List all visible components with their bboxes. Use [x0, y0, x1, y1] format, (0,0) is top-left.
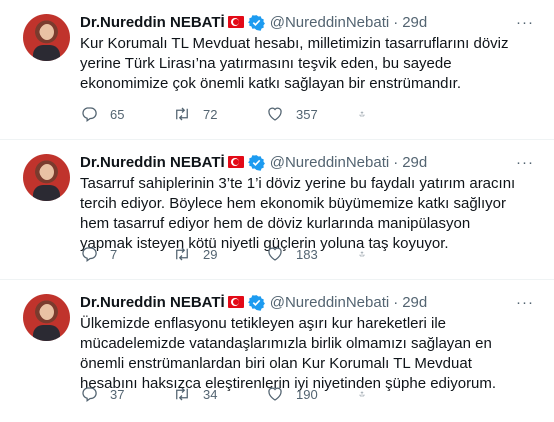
like-button[interactable]: 190	[266, 385, 359, 403]
avatar[interactable]	[23, 294, 70, 341]
reply-icon	[82, 247, 97, 263]
share-icon	[359, 391, 365, 397]
share-icon	[359, 111, 365, 117]
share-button[interactable]	[359, 105, 377, 123]
reply-count: 65	[110, 106, 125, 122]
separator: ·	[393, 293, 399, 311]
tweet-actions: 7 29 183	[80, 245, 530, 263]
reply-button[interactable]: 37	[80, 385, 173, 403]
tweet-3[interactable]: Dr.Nureddin NEBATİ @NureddinNebati · 29d…	[0, 280, 554, 420]
retweet-button[interactable]: 34	[173, 385, 266, 403]
author-handle[interactable]: @NureddinNebati	[270, 294, 389, 311]
like-count: 357	[296, 106, 318, 122]
reply-button[interactable]: 7	[80, 245, 173, 263]
author-name[interactable]: Dr.Nureddin NEBATİ	[80, 154, 225, 171]
tweet-2[interactable]: Dr.Nureddin NEBATİ @NureddinNebati · 29d…	[0, 140, 554, 280]
like-count: 183	[296, 246, 318, 262]
reply-icon	[82, 387, 97, 403]
retweet-count: 29	[203, 246, 218, 262]
verified-badge-icon	[247, 294, 265, 311]
reply-count: 37	[110, 386, 125, 402]
author-handle[interactable]: @NureddinNebati	[270, 154, 389, 171]
author-name[interactable]: Dr.Nureddin NEBATİ	[80, 14, 225, 31]
tweet-text: Tasarruf sahiplerinin 3’te 1’i döviz yer…	[80, 175, 516, 252]
retweet-button[interactable]: 72	[173, 105, 266, 123]
tweet-text: Kur Korumalı TL Mevduat hesabı, milletim…	[80, 35, 509, 92]
like-button[interactable]: 183	[266, 245, 359, 263]
timestamp[interactable]: 29d	[402, 294, 427, 311]
separator: ·	[393, 13, 399, 31]
retweet-icon	[176, 247, 188, 261]
retweet-icon	[176, 107, 188, 121]
more-options-icon[interactable]: ···	[516, 14, 534, 31]
heart-icon	[268, 107, 282, 121]
share-icon	[359, 251, 365, 257]
verified-badge-icon	[247, 154, 265, 171]
separator: ·	[393, 153, 399, 171]
tweet-actions: 37 34 190	[80, 385, 530, 403]
tweet-1[interactable]: Dr.Nureddin NEBATİ @NureddinNebati · 29d…	[0, 0, 554, 140]
timestamp[interactable]: 29d	[402, 14, 427, 31]
tweet-text: Ülkemizde enflasyonu tetikleyen aşırı ku…	[80, 315, 497, 392]
retweet-icon	[176, 387, 188, 401]
heart-icon	[268, 387, 282, 401]
author-handle[interactable]: @NureddinNebati	[270, 14, 389, 31]
tweet-timeline: Dr.Nureddin NEBATİ @NureddinNebati · 29d…	[0, 0, 554, 422]
timestamp[interactable]: 29d	[402, 154, 427, 171]
share-button[interactable]	[359, 385, 377, 403]
avatar[interactable]	[23, 154, 70, 201]
avatar[interactable]	[23, 14, 70, 61]
reply-count: 7	[110, 246, 118, 262]
turkey-flag-icon	[227, 296, 244, 308]
retweet-count: 34	[203, 386, 218, 402]
more-options-icon[interactable]: ···	[516, 154, 534, 171]
tweet-actions: 65 72 357	[80, 105, 530, 123]
turkey-flag-icon	[227, 156, 244, 168]
like-count: 190	[296, 386, 318, 402]
like-button[interactable]: 357	[266, 105, 359, 123]
retweet-count: 72	[203, 106, 218, 122]
reply-button[interactable]: 65	[80, 105, 173, 123]
heart-icon	[268, 247, 282, 261]
turkey-flag-icon	[227, 16, 244, 28]
more-options-icon[interactable]: ···	[516, 294, 534, 311]
retweet-button[interactable]: 29	[173, 245, 266, 263]
verified-badge-icon	[247, 14, 265, 31]
reply-icon	[82, 107, 97, 123]
share-button[interactable]	[359, 245, 377, 263]
author-name[interactable]: Dr.Nureddin NEBATİ	[80, 294, 225, 311]
